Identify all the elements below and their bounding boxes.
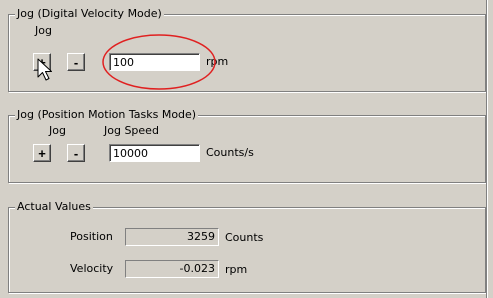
jog-position-speed-label: Jog Speed — [104, 124, 159, 137]
jog-position-plus-button[interactable]: + — [33, 144, 51, 162]
jog-position-legend: Jog (Position Motion Tasks Mode) — [15, 108, 199, 122]
jog-velocity-jog-label: Jog — [35, 24, 52, 37]
velocity-value-display: -0.023 — [125, 260, 219, 278]
actual-values-legend: Actual Values — [15, 200, 93, 214]
jog-position-jog-label: Jog — [49, 124, 66, 137]
velocity-label: Velocity — [70, 262, 114, 275]
arrow-pointer-icon — [37, 58, 52, 81]
position-label: Position — [70, 230, 113, 243]
velocity-unit-label: rpm — [225, 263, 248, 276]
jog-velocity-legend: Jog (Digital Velocity Mode) — [15, 7, 164, 21]
window-right-edge — [486, 0, 493, 298]
jog-position-speed-input[interactable] — [109, 144, 200, 162]
position-unit-label: Counts — [225, 231, 264, 244]
actual-values-group: Actual Values — [8, 200, 486, 293]
jog-velocity-minus-button[interactable]: - — [67, 53, 85, 71]
highlight-ellipse — [102, 34, 216, 90]
jog-position-minus-button[interactable]: - — [67, 144, 85, 162]
position-value-display: 3259 — [125, 228, 219, 246]
jog-position-unit-label: Counts/s — [206, 146, 254, 159]
